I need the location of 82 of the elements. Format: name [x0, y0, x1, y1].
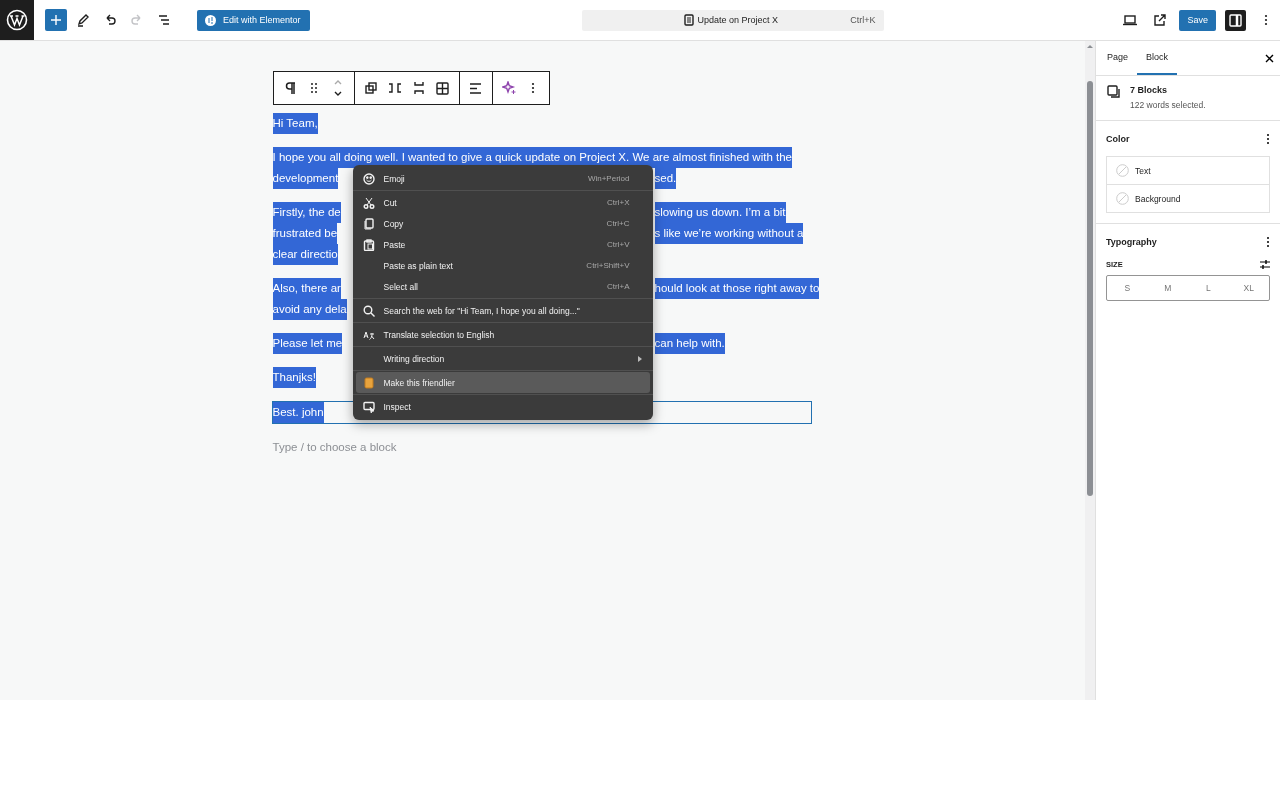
menu-item[interactable]: Writing direction	[355, 348, 650, 369]
menu-item[interactable]: Inspect	[355, 396, 650, 417]
paragraph-text: can help with.	[654, 333, 725, 354]
emoji-icon	[362, 172, 375, 185]
add-block-icon	[49, 13, 63, 27]
paragraph-text: sed.	[654, 168, 677, 189]
stacked-squares-icon	[1107, 85, 1121, 99]
split-horizontal-icon[interactable]	[387, 82, 402, 94]
paragraph-text: avoid any dela	[272, 299, 347, 320]
size-option[interactable]: M	[1147, 276, 1188, 300]
sparkle-icon[interactable]	[501, 81, 516, 95]
paragraph-text: Please let me	[272, 333, 343, 354]
menu-item[interactable]: Copy Ctrl+C	[355, 213, 650, 234]
clipboard-icon	[362, 238, 375, 251]
duplicate-icon[interactable]	[364, 82, 377, 94]
elementor-icon	[205, 14, 216, 26]
size-option[interactable]: XL	[1228, 276, 1269, 300]
color-option[interactable]: Background	[1107, 185, 1269, 212]
menu-item[interactable]: Paste Ctrl+V	[355, 234, 650, 255]
copy-icon	[362, 217, 375, 230]
scrollbar-thumb[interactable]	[1087, 81, 1093, 496]
external-link-icon	[1153, 13, 1167, 27]
up-arrow-icon	[1086, 43, 1094, 49]
section-heading: Typography	[1106, 237, 1157, 247]
grid-icon[interactable]	[436, 81, 449, 95]
block-card-description: 122 words selected.	[1130, 100, 1206, 110]
pencil-icon	[76, 13, 90, 27]
list-view-icon	[157, 13, 171, 27]
elementor-button[interactable]: Edit with Elementor	[197, 9, 310, 31]
paragraph-text: Best. john	[272, 402, 324, 423]
page-icon	[683, 14, 694, 26]
sliders-icon	[1260, 260, 1270, 269]
move-up-down-icon[interactable]	[332, 79, 343, 97]
menu-item[interactable]: Select all Ctrl+A	[355, 276, 650, 297]
paragraph-text: hould look at those right away to	[654, 278, 820, 299]
sidebar-tab[interactable]: Block	[1137, 41, 1178, 75]
color-option[interactable]: Text	[1107, 157, 1269, 185]
more-vertical-icon	[1263, 13, 1268, 27]
scrollbar[interactable]	[1085, 41, 1095, 700]
section-heading: Color	[1106, 134, 1130, 144]
inspect-icon	[362, 400, 375, 413]
sidebar-icon	[1229, 13, 1242, 27]
block-card-title: 7 Blocks	[1130, 85, 1169, 95]
more-vertical-icon	[1266, 133, 1270, 145]
drag-handle-icon[interactable]	[309, 82, 318, 94]
align-left-icon[interactable]	[469, 82, 482, 94]
more-vertical-icon[interactable]	[530, 81, 535, 95]
chevron-right-icon	[637, 355, 642, 362]
menu-item[interactable]: Make this friendlier	[355, 372, 650, 393]
empty-swatch-icon	[1116, 164, 1129, 177]
menu-item[interactable]: Emoji Win+Period	[355, 168, 650, 189]
app-icon	[362, 376, 375, 389]
command-bar[interactable]: Update on Project X Ctrl+K	[581, 9, 884, 31]
menu-item[interactable]: Search the web for "Hi Team, I hope you all doing..."	[355, 300, 650, 321]
add-block-button[interactable]	[45, 9, 67, 31]
more-vertical-icon	[1266, 236, 1270, 248]
sidebar-tab[interactable]: Page	[1098, 41, 1138, 75]
paragraph-text: Firstly, the de	[272, 202, 341, 223]
search-icon	[362, 304, 375, 317]
shortcut-text: Ctrl+K	[850, 15, 876, 25]
paragraph-text: frustrated be	[272, 223, 338, 244]
custom-size-button[interactable]	[1260, 260, 1270, 269]
empty-swatch-icon	[1116, 192, 1129, 205]
scissors-icon	[362, 196, 375, 209]
size-option[interactable]: S	[1107, 276, 1148, 300]
wordpress-logo[interactable]	[0, 0, 34, 40]
menu-item[interactable]: Paste as plain text Ctrl+Shift+V	[355, 255, 650, 276]
paragraph-text: slowing us down. I’m a bit	[654, 202, 786, 223]
close-icon	[1265, 53, 1274, 63]
size-option[interactable]: L	[1188, 276, 1229, 300]
laptop-icon	[1123, 14, 1137, 26]
command-bar-title: Update on Project X	[697, 15, 779, 25]
save-button[interactable]: Save	[1179, 9, 1216, 31]
menu-item[interactable]: Cut Ctrl+X	[355, 192, 650, 213]
split-vertical-icon[interactable]	[412, 81, 425, 95]
paragraph-text: clear directio	[272, 244, 338, 265]
options-button[interactable]	[1266, 133, 1270, 145]
settings-button[interactable]	[1225, 9, 1246, 31]
options-button[interactable]	[1266, 236, 1270, 248]
menu-item[interactable]: Translate selection to English	[355, 324, 650, 345]
paragraph-text: Hi Team,	[272, 113, 318, 134]
logo-icon	[6, 9, 28, 31]
